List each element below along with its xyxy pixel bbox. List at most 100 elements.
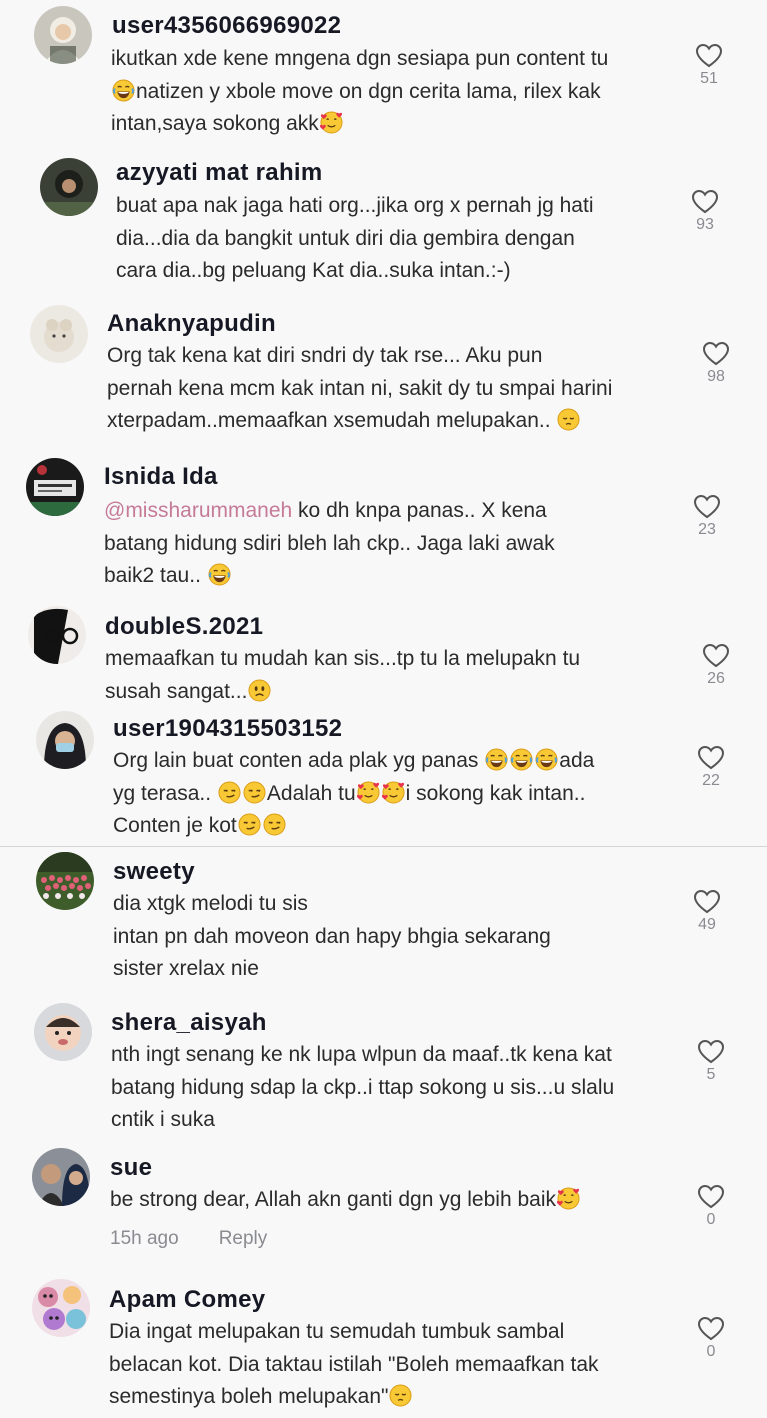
comment-text-line: ikutkan xde kene mngena dgn sesiapa pun … bbox=[111, 43, 608, 76]
heart-icon bbox=[697, 745, 725, 770]
heart-icon bbox=[702, 341, 730, 366]
comment-text: Dia ingat melupakan tu semudah tumbuk sa… bbox=[109, 1316, 599, 1414]
comment-username[interactable]: user1904315503152 bbox=[113, 715, 342, 743]
comment-text-segment: Conten je kot bbox=[113, 814, 237, 837]
like-button[interactable]: 5 bbox=[691, 1039, 731, 1084]
comment-text-segment: ikutkan xde kene mngena dgn sesiapa pun … bbox=[111, 47, 609, 70]
comment-text-segment: Dia ingat melupakan tu semudah tumbuk sa… bbox=[109, 1320, 565, 1343]
comment-text-segment: memaafkan tu mudah kan sis...tp tu la me… bbox=[105, 647, 581, 670]
smirk-emoji-icon bbox=[218, 780, 241, 804]
like-button[interactable]: 0 bbox=[691, 1316, 731, 1361]
like-button[interactable]: 98 bbox=[696, 341, 736, 386]
comment-text-line: belacan kot. Dia taktau istilah "Boleh m… bbox=[109, 1349, 599, 1382]
comment-text-segment: ada bbox=[559, 749, 595, 772]
comment-text-segment: Org tak kena kat diri sndri dy tak rse..… bbox=[107, 344, 543, 367]
comment-username[interactable]: user4356066969022 bbox=[112, 12, 341, 40]
hearts-emoji-icon bbox=[356, 780, 380, 804]
like-button[interactable]: 51 bbox=[689, 43, 729, 88]
comment-text-line: xterpadam..memaafkan xsemudah melupakan.… bbox=[107, 405, 612, 438]
joy-emoji-icon bbox=[112, 78, 135, 102]
comment-text-line: Conten je kot bbox=[113, 810, 594, 843]
like-count: 5 bbox=[706, 1066, 716, 1083]
comment-text: nth ingt senang ke nk lupa wlpun da maaf… bbox=[111, 1039, 614, 1137]
comment-text-segment: i sokong kak intan.. bbox=[405, 781, 586, 805]
heart-icon bbox=[695, 43, 723, 68]
pensive-emoji-icon bbox=[557, 408, 580, 431]
comment-text: @missharummaneh ko dh knpa panas.. X ken… bbox=[104, 495, 555, 593]
comment-text-segment: be strong dear, Allah akn ganti dgn yg l… bbox=[110, 1188, 556, 1211]
comment-username[interactable]: azyyati mat rahim bbox=[116, 159, 323, 187]
avatar[interactable] bbox=[32, 1148, 90, 1206]
comment-text-segment: Adalah tu bbox=[266, 781, 356, 805]
like-button[interactable]: 23 bbox=[687, 494, 727, 539]
like-button[interactable]: 93 bbox=[685, 189, 725, 234]
like-count: 0 bbox=[706, 1343, 716, 1360]
comment-text-segment: xterpadam..memaafkan xsemudah melupakan.… bbox=[107, 409, 557, 432]
comment-username[interactable]: sue bbox=[110, 1154, 152, 1182]
comment-text: buat apa nak jaga hati org...jika org x … bbox=[116, 190, 593, 288]
comment-username[interactable]: Isnida Ida bbox=[104, 463, 218, 491]
like-button[interactable]: 49 bbox=[687, 889, 727, 934]
comment-text-line: nth ingt senang ke nk lupa wlpun da maaf… bbox=[111, 1039, 614, 1072]
comment-text-line: cntik i suka bbox=[111, 1104, 614, 1137]
avatar[interactable] bbox=[34, 1003, 92, 1061]
hearts-emoji-icon bbox=[556, 1187, 580, 1210]
like-button[interactable]: 26 bbox=[696, 643, 736, 688]
avatar[interactable] bbox=[36, 711, 94, 769]
comment-text-segment: buat apa nak jaga hati org...jika org x … bbox=[116, 194, 594, 217]
comment-text: Org tak kena kat diri sndri dy tak rse..… bbox=[107, 340, 612, 438]
comment-text: Org lain buat conten ada plak yg panas a… bbox=[113, 745, 594, 843]
comment-text-line: be strong dear, Allah akn ganti dgn yg l… bbox=[110, 1184, 581, 1217]
like-count: 51 bbox=[700, 70, 718, 87]
comment-text-segment: sister xrelax nie bbox=[113, 957, 259, 980]
comment-text: ikutkan xde kene mngena dgn sesiapa pun … bbox=[111, 43, 608, 141]
avatar[interactable] bbox=[34, 6, 92, 64]
comment-text-segment: pernah kena mcm kak intan ni, sakit dy t… bbox=[107, 376, 613, 400]
reply-button[interactable]: Reply bbox=[219, 1228, 268, 1249]
comment-meta: 15h ago Reply bbox=[110, 1228, 307, 1250]
avatar[interactable] bbox=[28, 606, 86, 664]
comment-text-line: Dia ingat melupakan tu semudah tumbuk sa… bbox=[109, 1316, 599, 1349]
comment-text-line: baik2 tau.. bbox=[104, 560, 555, 593]
avatar[interactable] bbox=[30, 305, 88, 363]
heart-icon bbox=[693, 494, 721, 519]
like-count: 98 bbox=[707, 368, 725, 385]
comment-text-line: dia xtgk melodi tu sis bbox=[113, 888, 551, 921]
joy-emoji-icon bbox=[208, 563, 231, 586]
comment-text-line: natizen y xbole move on dgn cerita lama,… bbox=[111, 76, 608, 109]
comment-text-segment: cara dia..bg peluang Kat dia..suka intan… bbox=[116, 259, 511, 282]
comment-text-line: susah sangat... bbox=[105, 676, 580, 709]
heart-icon bbox=[691, 189, 719, 214]
divider bbox=[0, 846, 767, 847]
joy-emoji-icon bbox=[535, 748, 558, 771]
comment-username[interactable]: doubleS.2021 bbox=[105, 613, 263, 641]
user-mention-link[interactable]: @missharummaneh bbox=[104, 499, 292, 522]
comment-text-segment: batang hidung sdap la ckp..i ttap sokong… bbox=[111, 1075, 615, 1099]
comment-text-line: Org tak kena kat diri sndri dy tak rse..… bbox=[107, 340, 612, 373]
comment-text-line: intan pn dah moveon dan hapy bhgia sekar… bbox=[113, 921, 551, 954]
comment-time: 15h ago bbox=[110, 1228, 179, 1249]
like-count: 0 bbox=[706, 1211, 716, 1228]
heart-icon bbox=[693, 889, 721, 914]
avatar[interactable] bbox=[36, 852, 94, 910]
like-button[interactable]: 0 bbox=[691, 1184, 731, 1229]
comment-username[interactable]: Apam Comey bbox=[109, 1286, 265, 1314]
comment-username[interactable]: sweety bbox=[113, 858, 195, 886]
comment-text-line: Org lain buat conten ada plak yg panas a… bbox=[113, 745, 594, 778]
like-button[interactable]: 22 bbox=[691, 745, 731, 790]
comment-text-segment: intan,saya sokong akk bbox=[111, 112, 319, 135]
comment-username[interactable]: shera_aisyah bbox=[111, 1009, 267, 1037]
comment-text-line: intan,saya sokong akk bbox=[111, 108, 608, 141]
comment-text-segment: semestinya boleh melupakan" bbox=[109, 1385, 389, 1408]
like-count: 49 bbox=[698, 916, 716, 933]
comment-text-segment: susah sangat... bbox=[105, 679, 248, 703]
like-count: 22 bbox=[702, 772, 720, 789]
comment-username[interactable]: Anaknyapudin bbox=[107, 310, 276, 338]
comment-text-line: batang hidung sdap la ckp..i ttap sokong… bbox=[111, 1072, 614, 1105]
comment-text-line: dia...dia da bangkit untuk diri dia gemb… bbox=[116, 223, 593, 256]
comment-text-line: pernah kena mcm kak intan ni, sakit dy t… bbox=[107, 373, 612, 406]
avatar[interactable] bbox=[26, 458, 84, 516]
avatar[interactable] bbox=[40, 158, 98, 216]
like-count: 93 bbox=[696, 216, 714, 233]
avatar[interactable] bbox=[32, 1279, 90, 1337]
